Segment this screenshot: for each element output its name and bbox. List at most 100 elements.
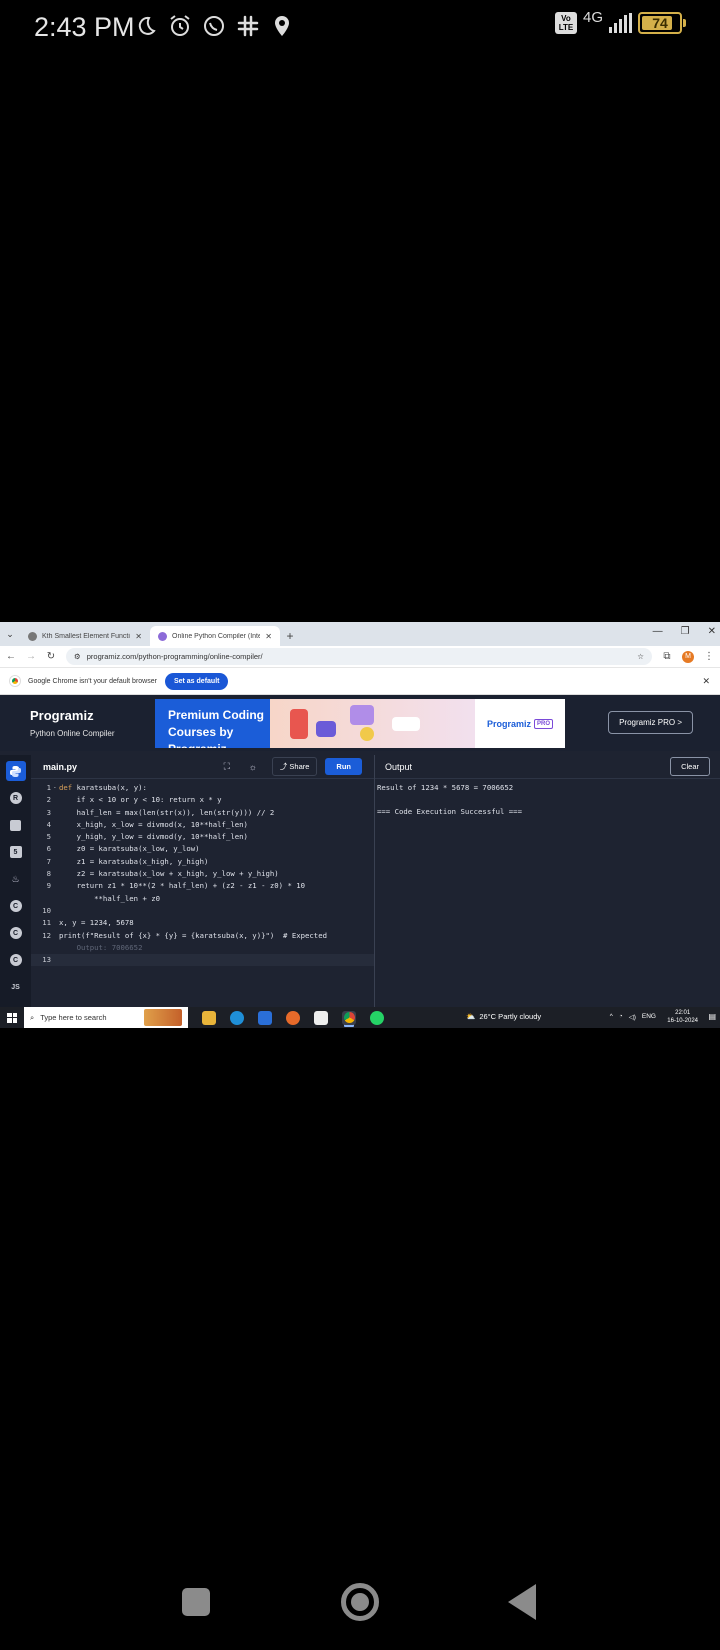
forward-icon[interactable]: → [26, 651, 36, 662]
search-placeholder: Type here to search [40, 1013, 107, 1022]
python-icon[interactable] [5, 761, 26, 781]
android-nav-bar [0, 1565, 720, 1645]
programiz-brand[interactable]: Programiz Python Online Compiler [30, 708, 150, 738]
r-icon[interactable]: R [6, 788, 26, 808]
c-icon[interactable]: C [6, 896, 26, 916]
store-icon[interactable] [314, 1010, 328, 1025]
code-line: 1- def karatsuba(x, y): [31, 782, 374, 794]
minimize-icon[interactable]: — [653, 626, 663, 637]
url-field[interactable]: ⚙ programiz.com/python-programming/onlin… [66, 648, 652, 665]
edge-icon[interactable] [230, 1010, 244, 1025]
weather-widget[interactable]: ⛅ 26°C Partly cloudy [466, 1012, 541, 1021]
whatsapp-taskbar-icon[interactable] [370, 1010, 384, 1025]
battery-icon: 74 [638, 12, 686, 34]
code-line: 7 z1 = karatsuba(x_high, y_high) [46, 856, 209, 866]
extensions-icon[interactable]: ⧉ [662, 651, 672, 662]
output-title: Output [385, 761, 413, 772]
cpp-icon[interactable]: C [6, 923, 26, 943]
code-line-wrap: Output: 7006652 [59, 942, 143, 952]
status-notification-icons [132, 12, 296, 40]
restore-icon[interactable]: ❐ [681, 626, 690, 637]
menu-kebab-icon[interactable]: ⋮ [704, 651, 714, 662]
start-button[interactable] [0, 1012, 24, 1023]
tab-kth-smallest[interactable]: Kth Smallest Element Function ✕ [20, 626, 150, 646]
banner-text: Premium Coding Courses by Programiz [155, 699, 270, 748]
output-toolbar: Output Clear [375, 755, 720, 779]
java-icon[interactable]: ♨ [6, 869, 26, 889]
language-sidebar: R 5 ♨ C C C JS [0, 755, 31, 1007]
clear-button[interactable]: Clear [670, 757, 710, 776]
close-window-icon[interactable]: ✕ [708, 626, 716, 637]
tab-close-icon[interactable]: ✕ [135, 632, 142, 641]
new-tab-button[interactable]: + [280, 626, 300, 646]
tab-online-compiler[interactable]: Online Python Compiler (Interp ✕ [150, 626, 280, 646]
file-name-tab[interactable]: main.py [43, 762, 220, 772]
home-button[interactable] [341, 1583, 379, 1621]
language-indicator[interactable]: ENG [642, 1013, 656, 1021]
code-line-wrap: **half_len + z0 [59, 893, 161, 903]
output-panel: Output Clear Result of 1234 * 5678 = 700… [375, 755, 720, 1007]
editor-toolbar: main.py ⛶ ☼ ⤴ Share Run [31, 755, 374, 779]
code-line: 11 x, y = 1234, 5678 [42, 918, 134, 928]
js-icon[interactable]: JS [6, 977, 26, 997]
fullscreen-icon[interactable]: ⛶ [220, 760, 234, 774]
system-tray: ^ ◔ ◁) ENG [610, 1013, 656, 1021]
tab-close-icon[interactable]: ✕ [265, 632, 272, 641]
tray-chevron-icon[interactable]: ^ [610, 1013, 613, 1021]
code-area[interactable]: 1- def karatsuba(x, y): 2 if x < 10 or y … [31, 779, 374, 1007]
theme-toggle-icon[interactable]: ☼ [246, 760, 260, 774]
back-icon[interactable]: ← [6, 651, 16, 662]
compiler-workspace: R 5 ♨ C C C JS main.py ⛶ ☼ ⤴ Share Run 1… [0, 755, 720, 1007]
tab-search-icon[interactable]: ⌄ [0, 622, 20, 646]
taskbar-apps [188, 1010, 384, 1025]
programiz-pro-button[interactable]: Programiz PRO > [608, 711, 693, 734]
tab-title: Online Python Compiler (Interp [172, 632, 261, 640]
recents-button[interactable] [182, 1588, 210, 1616]
location-icon [268, 12, 296, 40]
notification-icon[interactable]: ▤ [708, 1012, 716, 1021]
infobar-close-icon[interactable]: ✕ [702, 676, 710, 687]
programiz-header: Programiz Python Online Compiler Premium… [0, 695, 720, 751]
share-button[interactable]: ⤴ Share [271, 757, 318, 776]
search-icon: ⌕ [30, 1012, 35, 1022]
network-type: 4G [582, 8, 603, 26]
chrome-icon[interactable] [342, 1010, 356, 1025]
csharp-icon[interactable]: C [6, 950, 26, 970]
address-bar-row: ← → ↻ ⚙ programiz.com/python-programming… [0, 646, 720, 668]
windows-taskbar: ⌕ Type here to search ⛅ 26°C Partly clou… [0, 1007, 720, 1028]
banner-pro-badge: PRO [534, 718, 554, 729]
clock-time: 22:01 [675, 1010, 691, 1016]
code-line: 8 z2 = karatsuba(x_low + x_high, y_low +… [46, 869, 279, 879]
reload-icon[interactable]: ↻ [46, 651, 56, 662]
code-line: 3 half_len = max(len(str(x)), len(str(y)… [46, 807, 275, 817]
run-button[interactable]: Run [325, 758, 362, 775]
tab-favicon-icon [158, 631, 167, 641]
mail-icon[interactable] [258, 1010, 272, 1025]
url-text: programiz.com/python-programming/online-… [86, 652, 263, 661]
status-system-icons: Vo LTE 4G 74 [554, 8, 686, 34]
wifi-icon[interactable]: ◔ [619, 1013, 623, 1021]
slack-icon [234, 12, 262, 40]
volume-icon[interactable]: ◁) [629, 1013, 636, 1021]
tab-favicon-icon [28, 631, 37, 641]
banner-line-2: Courses by Programiz [168, 725, 234, 748]
phone-status-bar: 2:43 PM Vo LTE 4G 74 [0, 0, 720, 56]
alarm-icon [166, 12, 194, 40]
bookmark-star-icon[interactable]: ☆ [637, 652, 644, 661]
taskbar-clock[interactable]: 22:01 16-10-2024 [667, 1009, 698, 1025]
site-info-icon[interactable]: ⚙ [74, 652, 81, 661]
profile-avatar[interactable]: M [682, 650, 694, 663]
share-label: Share [289, 762, 310, 771]
sql-icon[interactable] [6, 815, 26, 835]
html-icon[interactable]: 5 [6, 842, 26, 862]
set-as-default-button[interactable]: Set as default [164, 672, 229, 690]
output-console: Result of 1234 * 5678 = 7006652 === Code … [375, 779, 720, 822]
back-button[interactable] [508, 1584, 536, 1620]
taskbar-search[interactable]: ⌕ Type here to search [24, 1007, 188, 1028]
code-line: 5 y_high, y_low = divmod(y, 10**half_len… [46, 832, 248, 842]
file-explorer-icon[interactable] [202, 1010, 216, 1025]
compiler-subtitle: Python Online Compiler [30, 729, 115, 738]
promo-banner[interactable]: Premium Coding Courses by Programiz Prog… [155, 699, 565, 748]
code-line: 4 x_high, x_low = divmod(x, 10**half_len… [46, 819, 248, 829]
firefox-icon[interactable] [286, 1010, 300, 1025]
